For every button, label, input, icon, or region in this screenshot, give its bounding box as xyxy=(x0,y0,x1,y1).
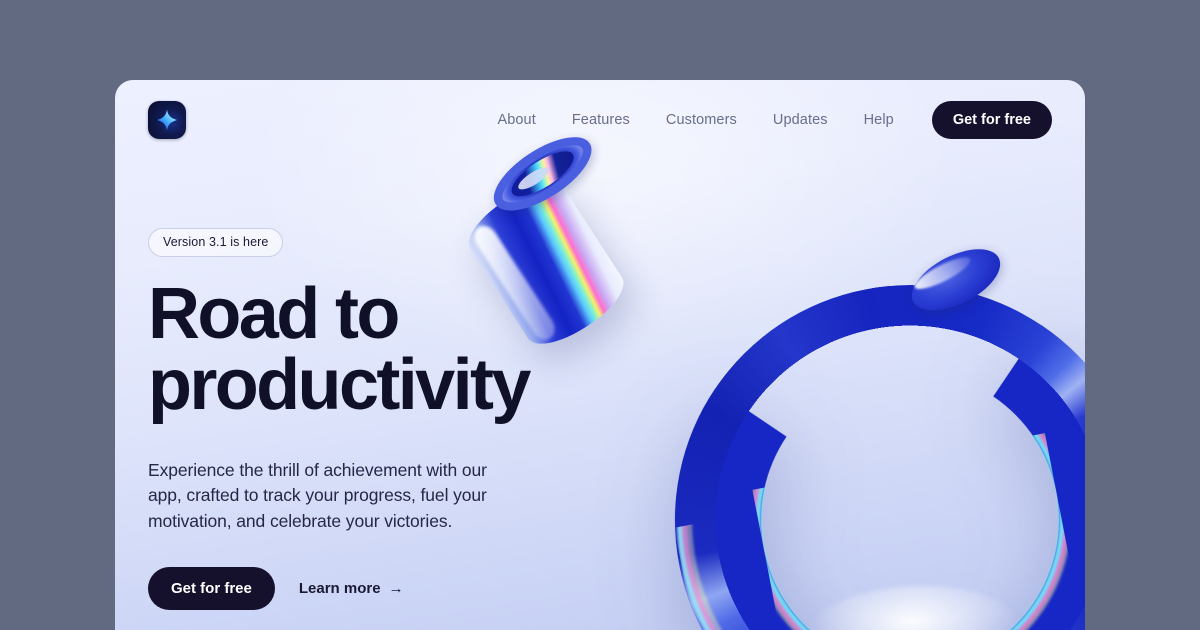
hero-description: Experience the thrill of achievement wit… xyxy=(148,459,487,531)
headline-line-1: Road to xyxy=(148,274,400,354)
nav-link-updates[interactable]: Updates xyxy=(755,106,846,134)
nav-link-help[interactable]: Help xyxy=(846,106,912,134)
app-logo[interactable] xyxy=(148,101,186,139)
primary-nav: About Features Customers Updates Help Ge… xyxy=(487,101,1052,139)
arc-top-endcap xyxy=(902,236,1010,323)
headline-line-2: productivity xyxy=(148,345,531,426)
nav-link-features[interactable]: Features xyxy=(554,106,648,134)
hero-copy: Version 3.1 is here Road to productivity… xyxy=(148,228,578,610)
arc-gradient-overlay xyxy=(634,244,1085,630)
nav-link-customers[interactable]: Customers xyxy=(648,106,755,134)
learn-more-label: Learn more xyxy=(298,579,381,597)
learn-more-link[interactable]: Learn more → xyxy=(287,570,416,607)
arrow-right-icon: → xyxy=(388,579,404,597)
card-fan-3d-object xyxy=(935,625,1085,630)
arc-ring xyxy=(634,244,1085,630)
arc-outer-iridescent-rim xyxy=(637,247,1085,630)
arc-gloss-highlight xyxy=(805,581,1021,630)
hero-card: About Features Customers Updates Help Ge… xyxy=(115,80,1085,630)
page-root: About Features Customers Updates Help Ge… xyxy=(0,0,1200,630)
nav-link-about[interactable]: About xyxy=(487,106,553,134)
arc-inner-iridescent-rim xyxy=(735,345,1084,630)
header-get-for-free-button[interactable]: Get for free xyxy=(931,101,1052,139)
page-title: Road to productivity xyxy=(148,278,578,426)
arc-3d-object xyxy=(634,236,1085,630)
hero-actions: Get for free Learn more → xyxy=(148,566,578,610)
version-badge[interactable]: Version 3.1 is here xyxy=(148,228,284,257)
hero-get-for-free-button[interactable]: Get for free xyxy=(148,566,275,610)
site-header: About Features Customers Updates Help Ge… xyxy=(115,80,1085,160)
